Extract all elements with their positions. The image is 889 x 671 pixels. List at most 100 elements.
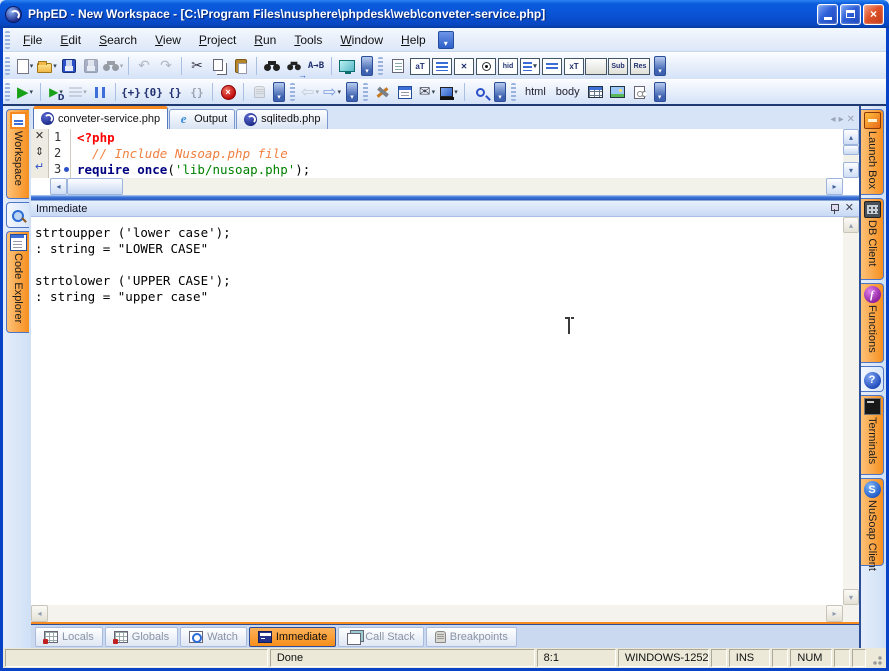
color-picker-button[interactable]: ▾: [438, 81, 460, 103]
editor-horizontal-scrollbar[interactable]: ◂ ▸: [50, 178, 843, 195]
insert-label-button[interactable]: aT: [409, 55, 431, 77]
restore-button[interactable]: [840, 4, 861, 25]
toolbar-grip[interactable]: [511, 83, 516, 101]
code-navigator-icon[interactable]: ↵: [35, 160, 44, 173]
menubar-grip[interactable]: [5, 31, 10, 49]
scrollbar-thumb[interactable]: [843, 145, 859, 155]
close-button[interactable]: ×: [863, 4, 884, 25]
console-horizontal-scrollbar[interactable]: ◂ ▸: [31, 605, 843, 622]
tab-globals[interactable]: Globals: [105, 627, 178, 647]
insert-hidden-field-button[interactable]: hid: [497, 55, 519, 77]
sidebar-tab-code-explorer[interactable]: Code Explorer: [6, 231, 29, 333]
menu-project[interactable]: Project: [190, 30, 245, 50]
immediate-console[interactable]: strtoupper ('lower case'); : string = "L…: [31, 217, 843, 605]
tab-watch[interactable]: Watch: [180, 627, 247, 647]
scroll-left-icon[interactable]: ◂: [31, 605, 48, 622]
step-over-button[interactable]: {0}: [142, 81, 164, 103]
menu-view[interactable]: View: [146, 30, 190, 50]
scroll-up-icon[interactable]: ▴: [843, 217, 859, 233]
code-editor[interactable]: ✕ ⇕ ↵ 1 2 3 <?php // Include Nusoap.php …: [31, 129, 859, 195]
sidebar-tab-terminals[interactable]: Terminals: [861, 395, 884, 475]
find-next-button[interactable]: →: [283, 55, 305, 77]
tab-conveter-service[interactable]: conveter-service.php: [33, 106, 168, 129]
stop-button[interactable]: ×: [217, 81, 239, 103]
scroll-down-icon[interactable]: ▾: [843, 162, 859, 178]
sidebar-tab-functions[interactable]: f Functions: [861, 283, 884, 363]
toolbar-grip[interactable]: [290, 83, 295, 101]
open-file-button[interactable]: ▾: [36, 55, 58, 77]
find-in-files-button[interactable]: ▾: [102, 55, 124, 77]
tab-scroll-left-icon[interactable]: ◂: [831, 114, 836, 125]
toolbar-overflow-button[interactable]: ▾: [273, 82, 285, 102]
toolbar-grip[interactable]: [378, 57, 383, 75]
preview-in-browser-button[interactable]: [336, 55, 358, 77]
close-gutter-icon[interactable]: ✕: [35, 130, 44, 143]
tab-immediate[interactable]: Immediate: [249, 627, 336, 647]
immediate-panel-header[interactable]: Immediate ✕: [31, 200, 859, 217]
tab-sqlitedb[interactable]: sqlitedb.php: [236, 109, 328, 129]
insert-reset-button[interactable]: Res: [629, 55, 651, 77]
tab-output[interactable]: e Output: [169, 109, 235, 129]
insert-select-button[interactable]: ▾: [519, 55, 541, 77]
break-button[interactable]: [248, 81, 270, 103]
insert-listbox-button[interactable]: [431, 55, 453, 77]
tools-button[interactable]: [372, 81, 394, 103]
toolbar-grip[interactable]: [363, 83, 368, 101]
sidebar-tab-help[interactable]: ?: [861, 366, 884, 392]
insert-checkbox-button[interactable]: ✕: [453, 55, 475, 77]
menu-search[interactable]: Search: [90, 30, 146, 50]
save-all-button[interactable]: [80, 55, 102, 77]
code-text[interactable]: <?php // Include Nusoap.php file require…: [72, 129, 843, 178]
menu-window[interactable]: Window: [331, 30, 392, 50]
sidebar-tab-launch-box[interactable]: Launch Box: [861, 109, 884, 195]
insert-body-tag-button[interactable]: body: [551, 81, 585, 103]
copy-button[interactable]: [208, 55, 230, 77]
insert-text-input-button[interactable]: xT: [563, 55, 585, 77]
cut-button[interactable]: ✂: [186, 55, 208, 77]
bookmark-dot[interactable]: [64, 167, 69, 172]
scroll-down-icon[interactable]: ▾: [843, 589, 859, 605]
redo-button[interactable]: ↷: [155, 55, 177, 77]
paste-button[interactable]: [230, 55, 252, 77]
step-into-button[interactable]: {+}: [120, 81, 142, 103]
tab-locals[interactable]: Locals: [35, 627, 103, 647]
minimize-button[interactable]: [817, 4, 838, 25]
insert-anchor-button[interactable]: [629, 81, 651, 103]
scroll-up-icon[interactable]: ▴: [843, 129, 859, 145]
navigate-back-button[interactable]: ⇦▾: [299, 81, 321, 103]
menu-edit[interactable]: Edit: [51, 30, 90, 50]
menu-overflow-button[interactable]: ▾: [438, 31, 454, 49]
navigate-forward-button[interactable]: ⇨▾: [321, 81, 343, 103]
insert-html-tag-button[interactable]: html: [520, 81, 551, 103]
toolbar-grip[interactable]: [5, 83, 10, 101]
insert-image-button[interactable]: [607, 81, 629, 103]
insert-submit-button[interactable]: Sub: [607, 55, 629, 77]
replace-button[interactable]: A→B: [305, 55, 327, 77]
console-vertical-scrollbar[interactable]: ▴ ▾: [843, 217, 859, 605]
toolbar-overflow-button[interactable]: ▾: [654, 82, 666, 102]
toolbar-grip[interactable]: [5, 57, 10, 75]
sidebar-tab-search[interactable]: [6, 202, 29, 228]
run-button[interactable]: ▶▾: [14, 81, 36, 103]
insert-button-button[interactable]: [585, 55, 607, 77]
scroll-right-icon[interactable]: ▸: [826, 178, 843, 195]
insert-combo-button[interactable]: [541, 55, 563, 77]
resize-grip[interactable]: [868, 649, 884, 667]
menu-file[interactable]: File: [14, 30, 51, 50]
deploy-button[interactable]: ✉▾: [416, 81, 438, 103]
split-editor-icon[interactable]: ⇕: [35, 145, 44, 158]
insert-radio-button[interactable]: [475, 55, 497, 77]
tab-scroll-right-icon[interactable]: ▸: [839, 114, 844, 125]
menu-run[interactable]: Run: [245, 30, 285, 50]
close-panel-icon[interactable]: ✕: [845, 203, 854, 214]
menu-help[interactable]: Help: [392, 30, 435, 50]
menu-tools[interactable]: Tools: [285, 30, 331, 50]
step-out-button[interactable]: {}: [164, 81, 186, 103]
run-in-debugger-button[interactable]: ▶D▾: [45, 81, 67, 103]
save-button[interactable]: [58, 55, 80, 77]
pin-panel-icon[interactable]: [831, 204, 838, 214]
sidebar-tab-db-client[interactable]: DB Client: [861, 198, 884, 280]
project-properties-button[interactable]: [394, 81, 416, 103]
pause-button[interactable]: [89, 81, 111, 103]
toolbar-overflow-button[interactable]: ▾: [494, 82, 506, 102]
